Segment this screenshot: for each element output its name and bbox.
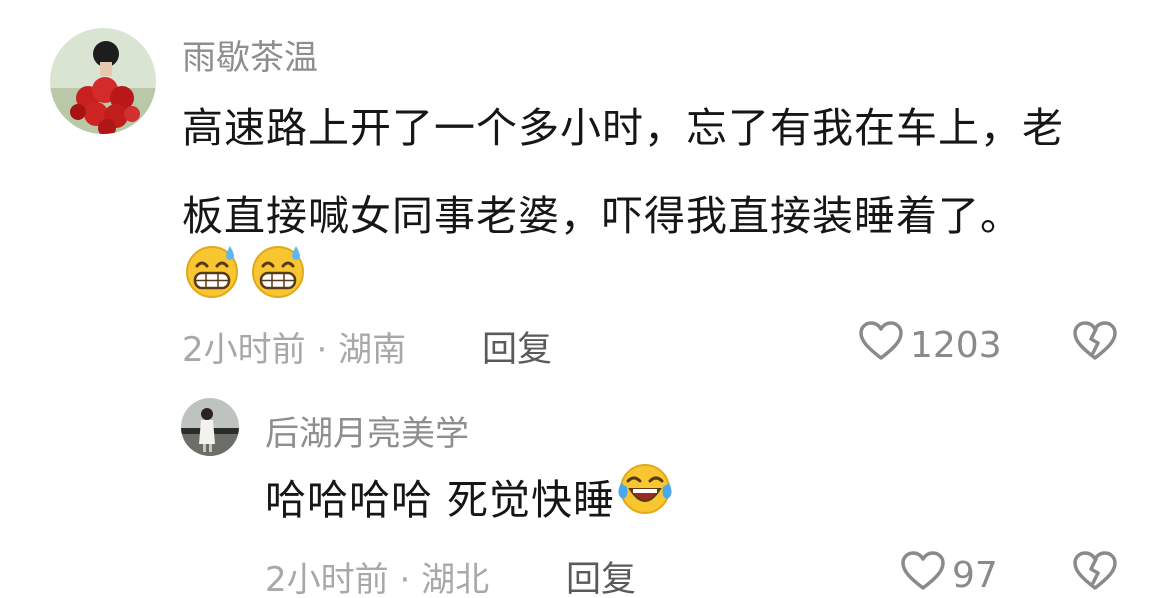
username[interactable]: 雨歇茶温 [182, 30, 318, 79]
grinning-sweat-emoji [248, 242, 308, 302]
broken-heart-icon [1072, 551, 1118, 596]
reply-text: 哈哈哈哈 死觉快睡 [265, 456, 675, 547]
heart-outline-icon [858, 320, 904, 371]
broken-heart-icon [1072, 321, 1118, 366]
comment-text: 高速路上开了一个多小时，忘了有我在车上，老 板直接喊女同事老婆，吓得我直接装睡着… [182, 84, 1142, 260]
dislike-button[interactable] [1072, 320, 1118, 366]
comment-thread: 雨歇茶温 高速路上开了一个多小时，忘了有我在车上，老 板直接喊女同事老婆，吓得我… [0, 0, 1170, 598]
reply-reply-button[interactable]: 回复 [566, 551, 636, 598]
reply-button[interactable]: 回复 [482, 321, 552, 372]
heart-outline-icon [900, 550, 946, 598]
meta-separator: · [305, 330, 339, 370]
reply-username[interactable]: 后湖月亮美学 [265, 406, 469, 455]
comment-meta: 2小时前 · 湖南 [182, 322, 406, 371]
meta-separator: · [388, 560, 422, 598]
reply-like-count: 97 [952, 555, 998, 596]
reply-location: 湖北 [421, 560, 490, 598]
reply-timestamp: 2小时前 [265, 560, 389, 598]
timestamp: 2小时前 [182, 330, 306, 370]
location: 湖南 [338, 330, 407, 370]
reply-like-button[interactable]: 97 [900, 550, 998, 598]
comment-text-line: 板直接喊女同事老婆，吓得我直接装睡着了。 [182, 192, 1022, 240]
laughing-tears-emoji [615, 459, 675, 547]
reply-user-avatar[interactable] [181, 398, 239, 456]
like-count: 1203 [910, 325, 1002, 366]
like-button[interactable]: 1203 [858, 320, 1002, 371]
grinning-sweat-emoji [182, 242, 242, 302]
comment-emojis [182, 242, 308, 302]
reply-text-content: 哈哈哈哈 死觉快睡 [265, 476, 616, 524]
reply-meta: 2小时前 · 湖北 [265, 552, 489, 598]
user-avatar[interactable] [50, 28, 156, 134]
reply-dislike-button[interactable] [1072, 550, 1118, 596]
comment-text-line: 高速路上开了一个多小时，忘了有我在车上，老 [182, 104, 1064, 152]
